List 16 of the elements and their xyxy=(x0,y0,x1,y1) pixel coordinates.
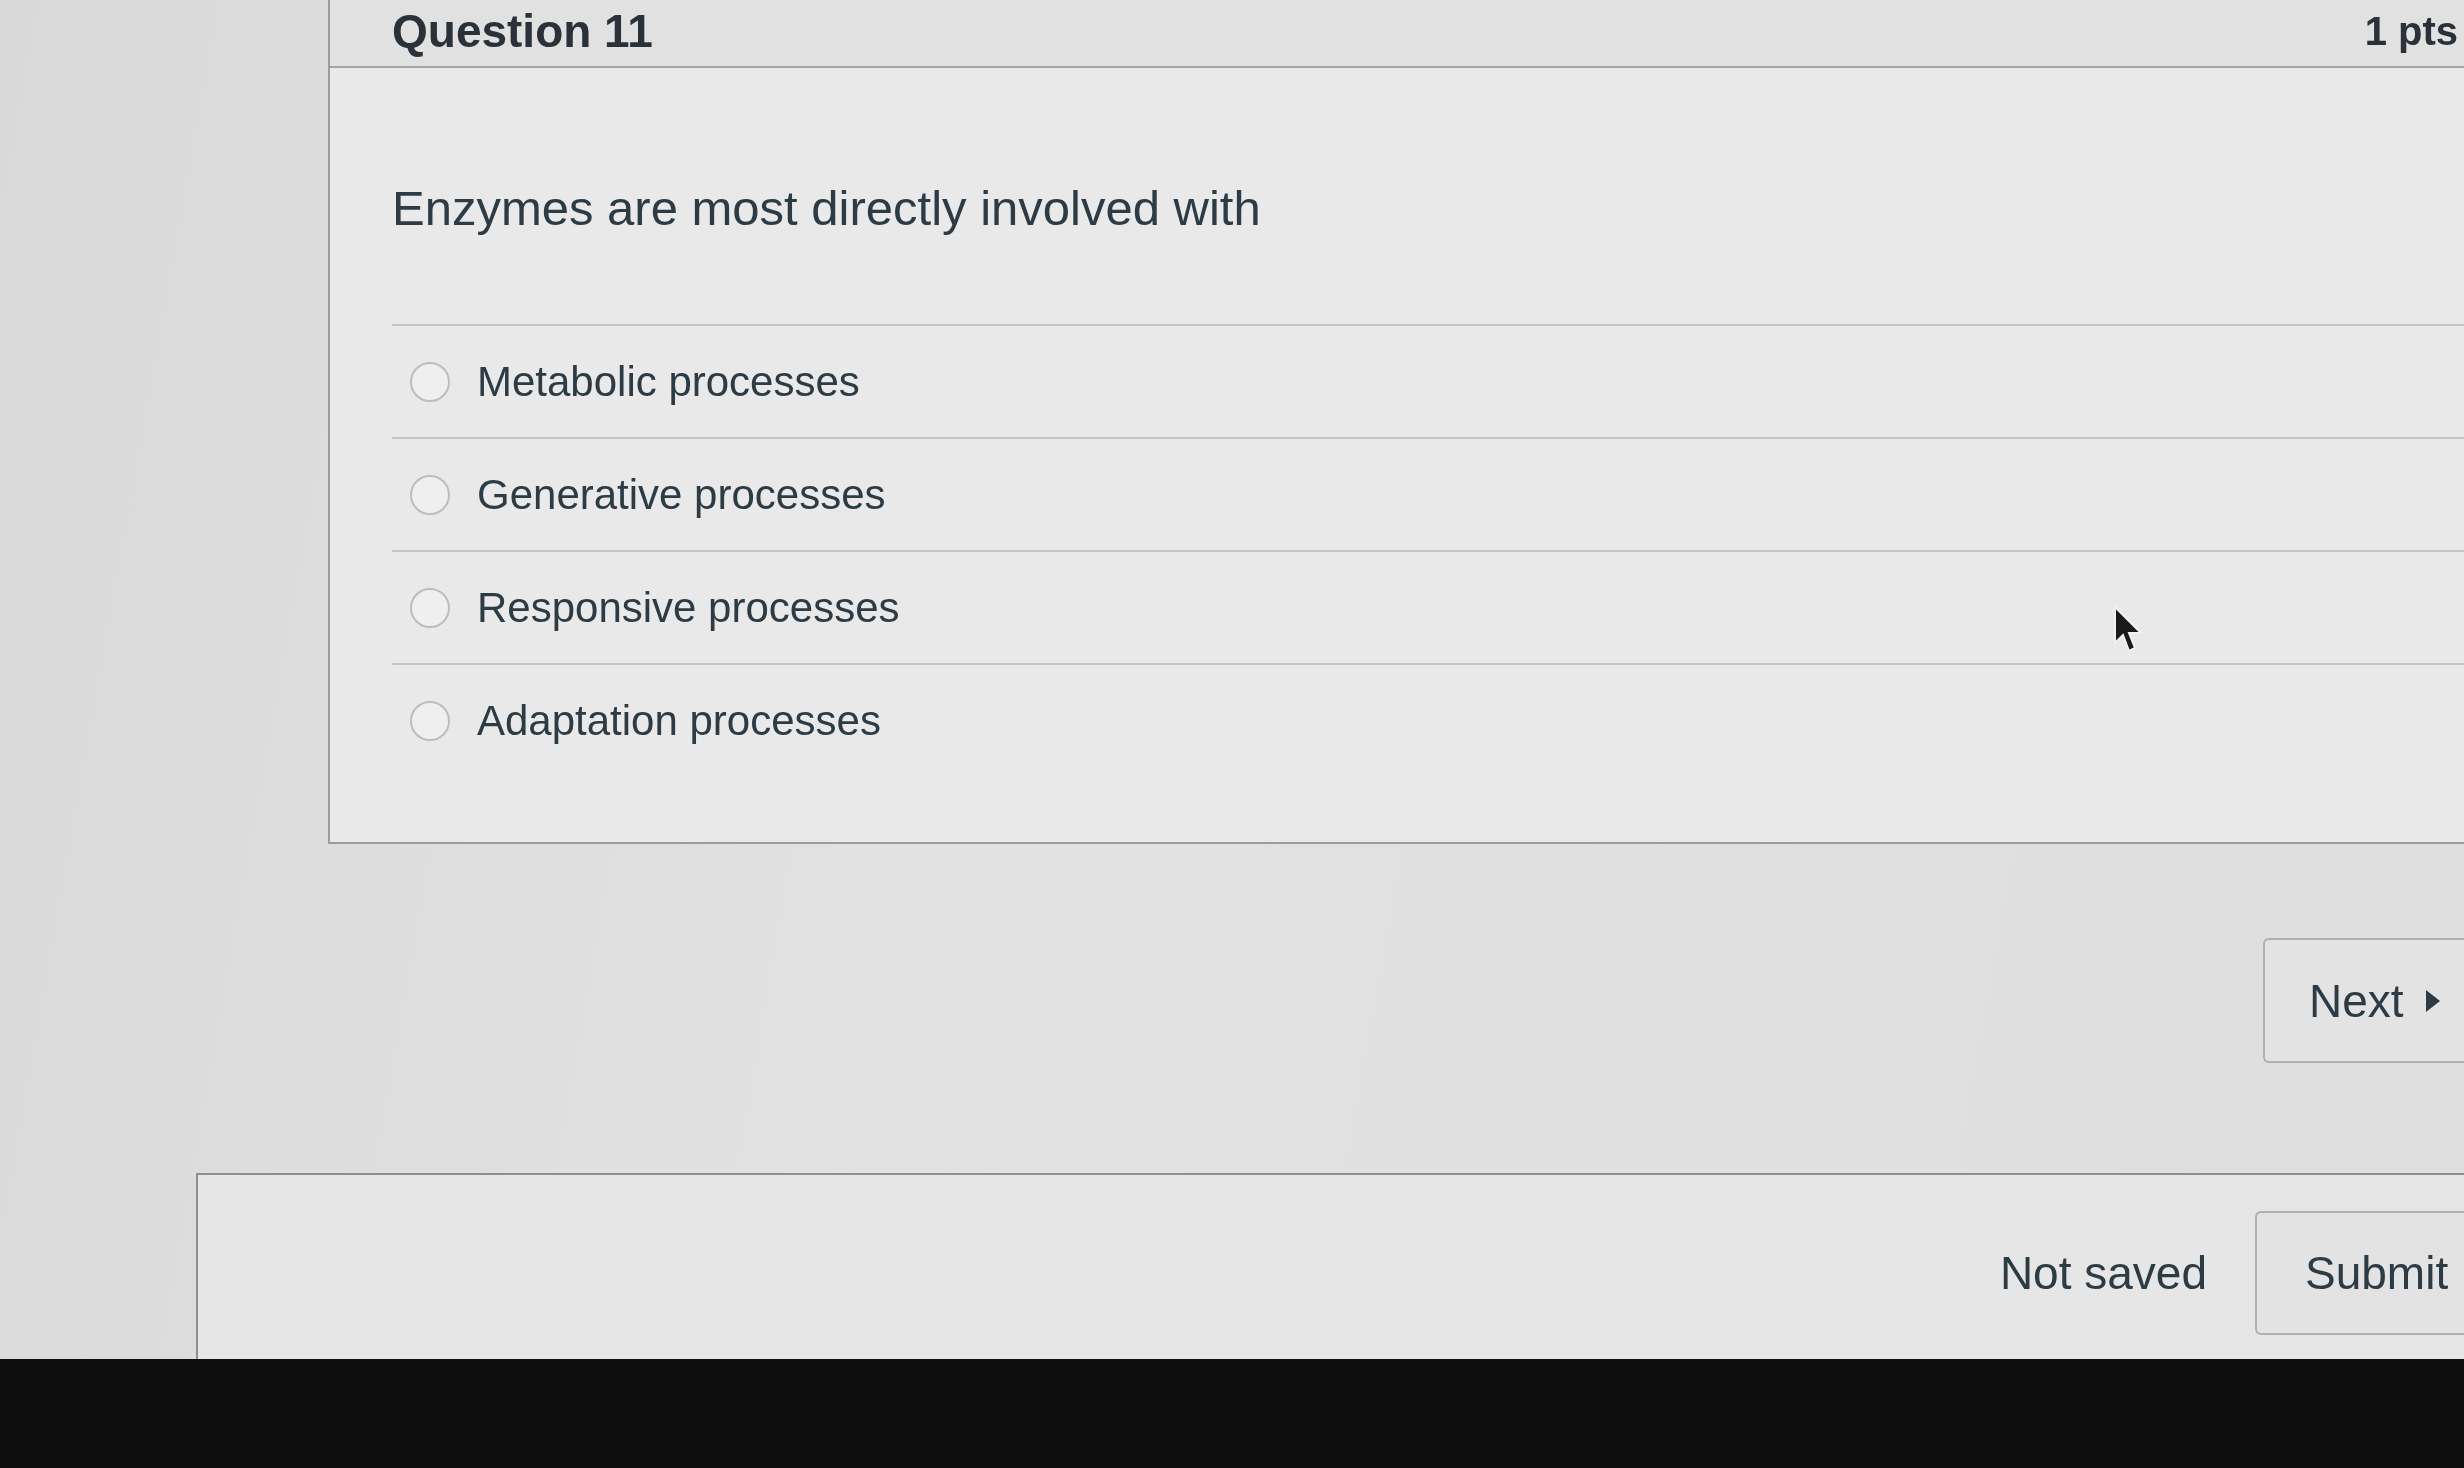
option-label[interactable]: Metabolic processes xyxy=(477,356,860,407)
question-text: Enzymes are most directly involved with xyxy=(392,180,1261,237)
radio-button[interactable] xyxy=(410,700,450,741)
cursor-icon xyxy=(2113,605,2145,655)
question-title: Question 11 xyxy=(392,6,653,56)
radio-button[interactable] xyxy=(410,361,450,402)
option-label[interactable]: Responsive processes xyxy=(477,582,900,633)
save-status: Not saved xyxy=(1999,1246,2207,1301)
next-button[interactable]: Next xyxy=(2263,938,2464,1063)
submit-button[interactable]: Submit xyxy=(2255,1211,2464,1335)
caret-right-icon xyxy=(2425,989,2440,1012)
radio-button[interactable] xyxy=(410,474,450,515)
option-label[interactable]: Generative processes xyxy=(477,469,886,520)
radio-button[interactable] xyxy=(410,587,450,628)
option-label[interactable]: Adaptation processes xyxy=(477,695,881,746)
points-label: 1 pts xyxy=(2364,8,2458,55)
